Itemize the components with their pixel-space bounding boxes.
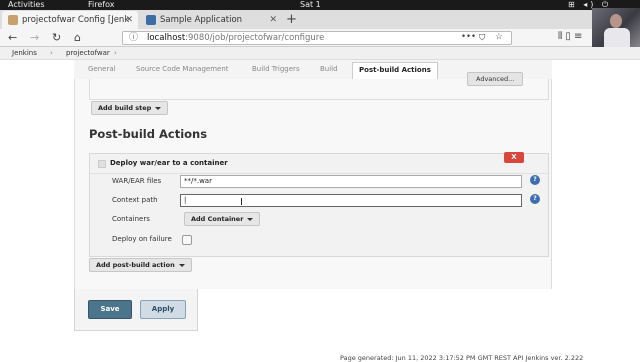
save-button[interactable]: Save [88, 300, 132, 319]
activities-button[interactable]: Activities [8, 0, 45, 10]
deploy-war-ear-block: Deploy war/ear to a container X WAR/EAR … [89, 152, 549, 257]
tab-build[interactable]: Build [320, 65, 338, 73]
war-files-input[interactable]: **/*.war [180, 175, 522, 188]
add-post-build-action-button[interactable]: Add post-build action [89, 258, 192, 272]
reload-icon[interactable]: ↻ [52, 31, 61, 45]
library-sidebar-menu-icons[interactable]: ⫴ ▯ ≡ [558, 31, 582, 42]
close-tab-icon[interactable]: ✕ [125, 11, 133, 29]
war-files-value: **/*.war [184, 177, 212, 185]
system-top-bar: Activities Firefox Sat 1 ⊞ ◂) ⏻ [0, 0, 640, 10]
tab-post-build-actions[interactable]: Post-build Actions [352, 62, 438, 79]
advanced-button[interactable]: Advanced... [467, 72, 524, 86]
deploy-on-failure-checkbox[interactable] [182, 235, 192, 245]
back-icon[interactable]: ← [8, 31, 17, 45]
firefox-app-menu[interactable]: Firefox [88, 0, 114, 10]
context-path-label: Context path [112, 196, 158, 204]
navigation-toolbar: ← → ↻ ⌂ ⓘ localhost:9080/job/projectofwa… [0, 29, 640, 47]
config-form: Advanced... Add build step Post-build Ac… [74, 72, 552, 289]
war-files-help-icon[interactable]: ? [530, 175, 540, 185]
breadcrumb: Jenkins › projectofwar › [0, 47, 640, 60]
tab-build-triggers[interactable]: Build Triggers [252, 65, 300, 73]
tab-label: projectofwar Config [Jenk [22, 15, 130, 25]
close-tab-icon[interactable]: ✕ [269, 11, 277, 29]
deploy-block-title: Deploy war/ear to a container [110, 159, 228, 167]
pocket-icon[interactable]: ⛉ [479, 32, 485, 44]
site-info-icon[interactable]: ⓘ [129, 32, 138, 44]
text-cursor-icon: I [240, 197, 243, 208]
forward-icon[interactable]: → [30, 31, 39, 45]
delete-step-button[interactable]: X [504, 152, 524, 163]
containers-label: Containers [112, 215, 150, 223]
browser-tab-strip: projectofwar Config [Jenk ✕ Sample Appli… [0, 10, 640, 29]
text-caret: | [184, 196, 187, 204]
document-favicon-icon [146, 15, 156, 25]
breadcrumb-separator: › [114, 49, 117, 57]
url-host: localhost [147, 33, 186, 43]
deploy-block-header: Deploy war/ear to a container [90, 154, 548, 174]
person-face [610, 14, 622, 28]
deploy-on-failure-label: Deploy on failure [112, 235, 172, 243]
breadcrumb-projectofwar[interactable]: projectofwar [66, 47, 110, 59]
context-path-help-icon[interactable]: ? [530, 194, 540, 204]
breadcrumb-jenkins[interactable]: Jenkins [12, 47, 37, 59]
tab-jenkins-config[interactable]: projectofwar Config [Jenk ✕ [2, 11, 138, 29]
add-build-step-button[interactable]: Add build step [91, 101, 169, 115]
breadcrumb-separator: › [50, 49, 53, 57]
jenkins-favicon-icon [8, 15, 18, 25]
tab-label: Sample Application [160, 15, 243, 25]
webcam-overlay [592, 8, 640, 48]
tab-source-code-management[interactable]: Source Code Management [136, 65, 229, 73]
tab-sample-application[interactable]: Sample Application ✕ [140, 11, 282, 29]
url-bar[interactable]: ⓘ localhost:9080/job/projectofwar/config… [122, 31, 512, 45]
war-files-label: WAR/EAR files [112, 177, 162, 185]
context-path-input[interactable]: | [180, 194, 522, 207]
tab-general[interactable]: General [88, 65, 116, 73]
page-actions-icon[interactable]: ••• [461, 31, 476, 43]
clock[interactable]: Sat 1 [300, 0, 321, 10]
bookmark-star-icon[interactable]: ☆ [495, 31, 503, 43]
home-icon[interactable]: ⌂ [74, 31, 81, 45]
person-body [604, 28, 630, 48]
add-container-button[interactable]: Add Container [184, 212, 261, 226]
page-footer: Page generated: Jun 11, 2022 3:17:52 PM … [340, 354, 584, 362]
new-tab-button[interactable]: + [286, 10, 297, 29]
section-title: Post-build Actions [89, 127, 208, 141]
apply-button[interactable]: Apply [140, 300, 186, 319]
url-path: :9080/job/projectofwar/configure [185, 33, 325, 43]
drag-handle-icon[interactable] [98, 160, 106, 168]
